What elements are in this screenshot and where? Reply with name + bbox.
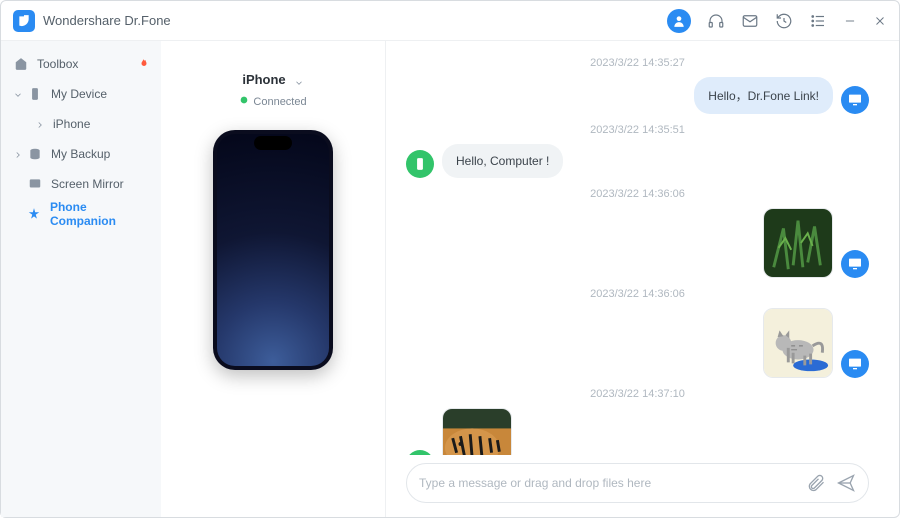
chevron-right-icon [13,149,23,159]
minimize-button[interactable] [843,14,857,28]
sidebar-item-iphone[interactable]: iPhone [1,109,161,139]
app-title: Wondershare Dr.Fone [43,13,171,28]
chevron-right-icon [35,119,45,129]
message-input[interactable] [419,476,796,490]
companion-icon [27,206,42,222]
message-bubble: Hello, Computer ! [442,144,563,178]
timestamp: 2023/3/22 14:35:51 [406,124,869,136]
pc-avatar-icon [841,350,869,378]
sidebar-label: Phone Companion [50,200,149,228]
sidebar-item-my-backup[interactable]: My Backup [1,139,161,169]
pc-avatar-icon [841,250,869,278]
message-row [406,208,869,278]
sidebar-item-toolbox[interactable]: Toolbox [1,49,161,79]
attach-icon[interactable] [806,473,826,493]
sidebar-label: Screen Mirror [51,177,124,191]
mirror-icon [27,176,43,192]
history-icon[interactable] [775,12,793,30]
phone-mockup [213,130,333,370]
flame-icon [137,58,149,70]
device-name: iPhone [242,72,285,87]
chat-panel: 2023/3/22 14:35:27 Hello，Dr.Fone Link! 2… [386,41,899,517]
timestamp: 2023/3/22 14:37:10 [406,388,869,400]
message-row: Hello, Computer ! [406,144,869,178]
send-icon[interactable] [836,473,856,493]
device-status: Connected [171,95,375,108]
image-message-cat[interactable] [763,308,833,378]
mail-icon[interactable] [741,12,759,30]
phone-avatar-icon [406,450,434,455]
sidebar-label: My Backup [51,147,110,161]
timestamp: 2023/3/22 14:36:06 [406,188,869,200]
chevron-down-icon [13,89,23,99]
sidebar-label: iPhone [53,117,90,131]
connected-dot-icon [239,95,249,108]
sidebar-label: My Device [51,87,107,101]
timestamp: 2023/3/22 14:35:27 [406,57,869,69]
sidebar-label: Toolbox [37,57,78,71]
message-bubble: Hello，Dr.Fone Link! [694,77,833,114]
list-icon[interactable] [809,12,827,30]
phone-avatar-icon [406,150,434,178]
app-logo [13,10,35,32]
device-status-label: Connected [253,96,306,108]
timestamp: 2023/3/22 14:36:06 [406,288,869,300]
chevron-down-icon [294,75,304,85]
chat-scroll[interactable]: 2023/3/22 14:35:27 Hello，Dr.Fone Link! 2… [386,41,899,455]
titlebar: Wondershare Dr.Fone [1,1,899,41]
close-button[interactable] [873,14,887,28]
image-message-plant[interactable] [763,208,833,278]
sidebar-item-my-device[interactable]: My Device [1,79,161,109]
sidebar-item-screen-mirror[interactable]: Screen Mirror [1,169,161,199]
sidebar-item-phone-companion[interactable]: Phone Companion [1,199,161,229]
message-row: Hello，Dr.Fone Link! [406,77,869,114]
device-panel: iPhone Connected [161,41,386,517]
backup-icon [27,146,43,162]
sidebar: Toolbox My Device iPhone My Backup Scree… [1,41,161,517]
pc-avatar-icon [841,86,869,114]
message-composer [406,463,869,503]
headset-icon[interactable] [707,12,725,30]
device-icon [27,86,43,102]
toolbox-icon [13,56,29,72]
message-row [406,408,869,455]
device-selector[interactable]: iPhone [242,72,303,87]
account-icon[interactable] [667,9,691,33]
message-row [406,308,869,378]
image-message-tiger[interactable] [442,408,512,455]
